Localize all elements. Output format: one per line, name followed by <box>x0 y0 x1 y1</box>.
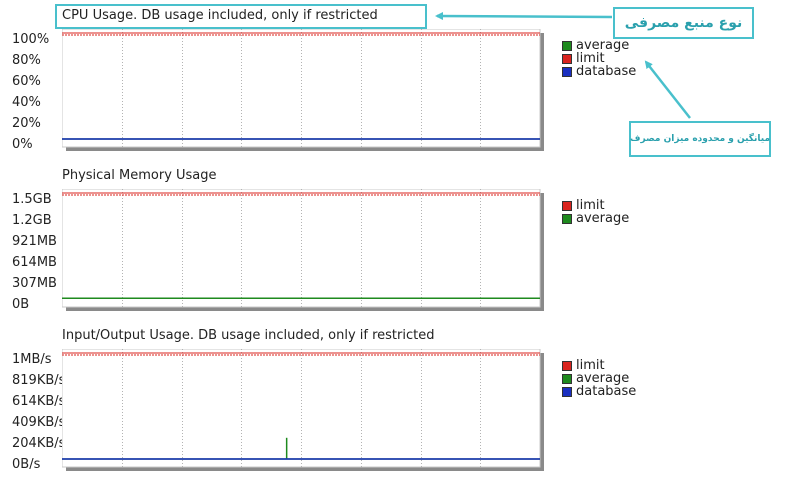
legend-swatch <box>562 53 572 64</box>
plot-background <box>62 29 541 148</box>
chart-title-memory: Physical Memory Usage <box>62 168 217 183</box>
legend-item-database: database <box>562 385 636 398</box>
legend-swatch <box>562 360 572 371</box>
legend-label: database <box>576 64 637 79</box>
plot-background <box>62 349 541 468</box>
plot-svg-cpu <box>62 29 544 151</box>
chart-title-io: Input/Output Usage. DB usage included, o… <box>62 328 435 343</box>
annotation-resource-type: نوع منبع مصرفی <box>613 7 754 39</box>
plot-svg-memory <box>62 189 544 311</box>
legend-swatch <box>562 386 572 397</box>
arrow-to-title <box>435 12 613 21</box>
plot-background <box>62 189 541 308</box>
plot-svg-io <box>62 349 544 471</box>
plot-area-memory <box>62 189 548 315</box>
legend-swatch <box>562 40 572 51</box>
legend-swatch <box>562 66 572 77</box>
legend-item-database: database <box>562 65 636 78</box>
legend-io: limit average database <box>562 359 636 398</box>
legend-label: average <box>576 211 630 226</box>
legend-item-average: average <box>562 212 629 225</box>
arrow-to-legend <box>644 60 691 119</box>
legend-swatch <box>562 200 572 211</box>
annotation-legend-note: میانگین و محدوده میزان مصرف <box>629 121 771 157</box>
legend-cpu: average limit database <box>562 39 636 78</box>
plot-area-io <box>62 349 548 475</box>
legend-memory: limit average <box>562 199 629 225</box>
legend-label: database <box>576 384 637 399</box>
title-highlight-box <box>55 4 427 29</box>
legend-swatch <box>562 213 572 224</box>
plot-area-cpu <box>62 29 548 155</box>
legend-swatch <box>562 373 572 384</box>
